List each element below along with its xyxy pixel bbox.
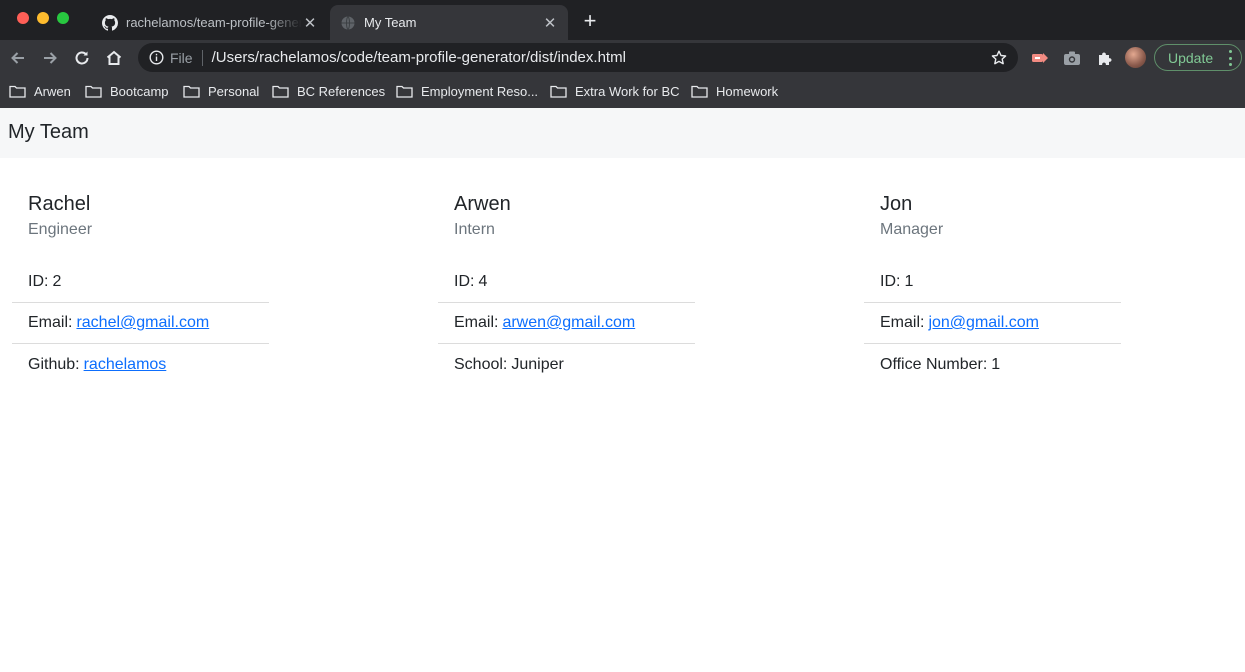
id-label: ID: (28, 273, 49, 290)
office-number-label: Office Number: (880, 355, 988, 373)
update-button[interactable]: Update (1154, 44, 1242, 71)
id-label: ID: (454, 273, 475, 290)
bookmark-employment-resources[interactable]: Employment Reso... (396, 81, 538, 101)
close-window-button[interactable] (17, 12, 29, 24)
folder-icon (396, 85, 413, 98)
list-item-github: Github: rachelamos (12, 344, 269, 385)
list-item-email: Email: rachel@gmail.com (12, 303, 269, 344)
bookmark-label: Personal (208, 83, 260, 99)
id-value: 2 (52, 273, 62, 290)
list-item-email: Email: arwen@gmail.com (438, 303, 695, 344)
employee-card: Jon Manager ID: 1 Email: jon@gmail.com O… (864, 176, 1121, 385)
email-link[interactable]: arwen@gmail.com (502, 314, 635, 332)
employee-details: ID: 2 Email: rachel@gmail.com Github: ra… (12, 262, 269, 385)
bookmark-personal[interactable]: Personal (183, 81, 259, 101)
bookmark-homework[interactable]: Homework (691, 81, 778, 101)
employee-name: Rachel (28, 193, 91, 215)
employee-details: ID: 1 Email: jon@gmail.com Office Number… (864, 262, 1121, 385)
folder-icon (85, 85, 102, 98)
folder-icon (691, 85, 708, 98)
card-body: Arwen Intern (438, 176, 695, 262)
puzzle-icon[interactable] (1094, 48, 1114, 68)
employee-name: Arwen (454, 193, 511, 215)
more-icon[interactable] (1228, 50, 1232, 66)
close-icon[interactable]: ✕ (302, 15, 318, 32)
list-item-id: ID: 4 (438, 262, 695, 303)
office-number-value: 1 (991, 355, 1001, 373)
bookmark-label: Extra Work for BC (575, 83, 680, 99)
star-icon[interactable] (990, 49, 1008, 67)
id-label: ID: (880, 273, 901, 290)
camera-icon[interactable] (1062, 48, 1082, 68)
bookmark-label: Bootcamp (110, 83, 169, 99)
url-scheme: File (170, 49, 193, 66)
tab-title: rachelamos/team-profile-generator (126, 15, 302, 30)
bookmark-bc-references[interactable]: BC References (272, 81, 385, 101)
address-bar[interactable]: File /Users/rachelamos/code/team-profile… (138, 43, 1018, 72)
forward-icon[interactable] (39, 47, 61, 69)
email-link[interactable]: jon@gmail.com (928, 314, 1039, 332)
employee-details: ID: 4 Email: arwen@gmail.com School: Jun… (438, 262, 695, 385)
minimize-window-button[interactable] (37, 12, 49, 24)
id-value: 1 (904, 273, 914, 290)
folder-icon (272, 85, 289, 98)
folder-icon (183, 85, 200, 98)
list-item-id: ID: 2 (12, 262, 269, 303)
school-label: School: (454, 355, 508, 373)
list-item-email: Email: jon@gmail.com (864, 303, 1121, 344)
tab-github[interactable]: rachelamos/team-profile-generator ✕ (92, 5, 328, 40)
employee-role: Intern (454, 221, 495, 238)
school-value: Juniper (511, 355, 564, 373)
bookmark-label: Employment Reso... (421, 83, 539, 99)
github-label: Github: (28, 355, 80, 373)
email-label: Email: (454, 314, 499, 331)
list-item-id: ID: 1 (864, 262, 1121, 303)
back-icon[interactable] (7, 47, 29, 69)
page-title: My Team (8, 121, 89, 143)
email-link[interactable]: rachel@gmail.com (76, 314, 209, 332)
close-icon[interactable]: ✕ (542, 15, 558, 32)
bookmark-label: BC References (297, 83, 386, 99)
divider (201, 49, 203, 66)
card-body: Rachel Engineer (12, 176, 269, 262)
bookmark-bootcamp[interactable]: Bootcamp (85, 81, 169, 101)
employee-role: Engineer (28, 221, 93, 238)
folder-icon (550, 85, 567, 98)
info-icon[interactable] (148, 50, 164, 66)
id-value: 4 (478, 273, 488, 290)
home-icon[interactable] (103, 47, 125, 69)
email-label: Email: (880, 314, 925, 331)
bookmark-extra-work[interactable]: Extra Work for BC (550, 81, 680, 101)
card-body: Jon Manager (864, 176, 1121, 262)
globe-icon (340, 15, 356, 31)
employee-name: Jon (880, 193, 913, 215)
github-link[interactable]: rachelamos (84, 356, 167, 374)
reload-icon[interactable] (71, 47, 93, 69)
avatar[interactable] (1125, 47, 1146, 68)
tab-my-team[interactable]: My Team ✕ (330, 5, 568, 40)
tab-title: My Team (364, 15, 417, 30)
list-item-school: School: Juniper (438, 344, 695, 385)
bookmarks-bar: Arwen Bootcamp Personal BC References Em… (0, 75, 1245, 108)
email-label: Email: (28, 314, 73, 331)
folder-icon (9, 85, 26, 98)
employee-card: Rachel Engineer ID: 2 Email: rachel@gmai… (12, 176, 269, 385)
tab-strip: rachelamos/team-profile-generator ✕ My T… (0, 0, 1245, 40)
list-item-office-number: Office Number: 1 (864, 344, 1121, 385)
bookmark-arwen[interactable]: Arwen (9, 81, 71, 101)
new-tab-button[interactable]: + (579, 10, 601, 33)
employee-card: Arwen Intern ID: 4 Email: arwen@gmail.co… (438, 176, 695, 385)
update-label: Update (1168, 49, 1214, 66)
employee-role: Manager (880, 221, 944, 238)
bookmark-label: Homework (716, 83, 779, 99)
url-text[interactable]: /Users/rachelamos/code/team-profile-gene… (212, 49, 626, 66)
extension-icon[interactable] (1030, 48, 1050, 68)
github-icon (102, 14, 118, 31)
maximize-window-button[interactable] (57, 12, 69, 24)
browser-toolbar: File /Users/rachelamos/code/team-profile… (0, 40, 1245, 75)
bookmark-label: Arwen (34, 83, 71, 99)
page-header: My Team (0, 108, 1245, 158)
